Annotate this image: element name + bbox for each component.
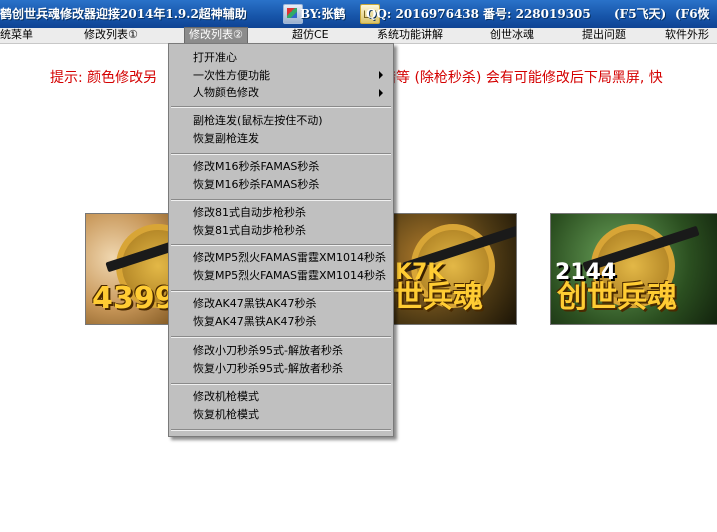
menu-modify-list-1[interactable]: 修改列表① bbox=[80, 28, 142, 43]
menu-item-character-color[interactable]: 人物颜色修改 bbox=[193, 84, 383, 101]
menu-separator bbox=[171, 429, 391, 431]
menu-item-open-crosshair[interactable]: 打开准心 bbox=[193, 49, 237, 66]
banner-2144-text: 创世兵魂 bbox=[557, 280, 677, 315]
menu-item-modify-mg-mode[interactable]: 修改机枪模式 bbox=[193, 388, 259, 405]
menu-separator bbox=[171, 106, 391, 108]
submenu-arrow-icon bbox=[379, 89, 383, 97]
menu-separator bbox=[171, 153, 391, 155]
f6-hint: (F6恢 bbox=[675, 7, 710, 21]
menu-separator bbox=[171, 199, 391, 201]
menu-separator bbox=[171, 383, 391, 385]
menu-bar: 统菜单 修改列表① 修改列表② 超仿CE 系统功能讲解 创世冰魂 提出问题 软件… bbox=[0, 27, 717, 44]
banner-k7k-text: 世兵魂 bbox=[393, 280, 483, 315]
menu-separator bbox=[171, 244, 391, 246]
menu-system[interactable]: 统菜单 bbox=[0, 28, 37, 43]
menu-modify-list-2[interactable]: 修改列表② bbox=[184, 27, 248, 44]
menu-item-restore-knife[interactable]: 恢复小刀秒杀95式-解放者秒杀 bbox=[193, 360, 343, 377]
banner-4399[interactable]: 4399 bbox=[85, 213, 177, 325]
menu-item-one-time-functions[interactable]: 一次性方便功能 bbox=[193, 67, 383, 84]
submenu-arrow-icon bbox=[379, 71, 383, 79]
menu-item-restore-secondary-autofire[interactable]: 恢复副枪连发 bbox=[193, 130, 259, 147]
menu-item-modify-knife[interactable]: 修改小刀秒杀95式-解放者秒杀 bbox=[193, 342, 343, 359]
qq-label: QQ: 2016976438 bbox=[366, 7, 480, 21]
menu-super-ce[interactable]: 超仿CE bbox=[288, 28, 333, 43]
menu-ask-question[interactable]: 提出问题 bbox=[578, 28, 630, 43]
menu-item-restore-81[interactable]: 恢复81式自动步枪秒杀 bbox=[193, 222, 306, 239]
menu-item-restore-m16[interactable]: 恢复M16秒杀FAMAS秒杀 bbox=[193, 176, 319, 193]
title-bar: 鹤创世兵魂修改器迎接2014年1.9.2超神辅助 BY:张鹤 QQ: 20169… bbox=[0, 0, 717, 28]
banner-k7k[interactable]: K7K 世兵魂 bbox=[390, 213, 517, 325]
banner-2144[interactable]: 2144 创世兵魂 bbox=[550, 213, 717, 325]
menu-item-modify-mp5[interactable]: 修改MP5烈火FAMAS雷霆XM1014秒杀 bbox=[193, 249, 386, 266]
menu-separator bbox=[171, 290, 391, 292]
modify-list-2-dropdown: 打开准心 一次性方便功能 人物颜色修改 副枪连发(鼠标左按住不动) 恢复副枪连发… bbox=[168, 43, 394, 437]
menu-item-modify-m16[interactable]: 修改M16秒杀FAMAS秒杀 bbox=[193, 158, 319, 175]
app-title: 鹤创世兵魂修改器迎接2014年1.9.2超神辅助 bbox=[0, 7, 247, 21]
menu-separator bbox=[171, 336, 391, 338]
menu-ice-soul[interactable]: 创世冰魂 bbox=[486, 28, 538, 43]
f5-hint: (F5飞天) bbox=[614, 7, 667, 21]
author-label: BY:张鹤 bbox=[300, 7, 346, 21]
menu-item-secondary-autofire[interactable]: 副枪连发(鼠标左按住不动) bbox=[193, 112, 323, 129]
menu-item-restore-mp5[interactable]: 恢复MP5烈火FAMAS雷霆XM1014秒杀 bbox=[193, 267, 386, 284]
menu-system-features[interactable]: 系统功能讲解 bbox=[373, 28, 447, 43]
menu-item-label: 人物颜色修改 bbox=[193, 86, 259, 99]
fanhao-label: 番号: 228019305 bbox=[483, 7, 591, 21]
menu-item-restore-ak47[interactable]: 恢复AK47黑铁AK47秒杀 bbox=[193, 313, 316, 330]
notice-text-right: 猎等 (除枪秒杀) 会有可能修改后下局黑屏, 快 bbox=[382, 70, 663, 86]
banner-4399-text: 4399 bbox=[92, 281, 176, 316]
notice-text-left: 提示: 颜色修改另 bbox=[50, 70, 158, 86]
menu-item-modify-ak47[interactable]: 修改AK47黑铁AK47秒杀 bbox=[193, 295, 316, 312]
menu-appearance[interactable]: 软件外形 bbox=[661, 28, 713, 43]
menu-item-label: 一次性方便功能 bbox=[193, 69, 270, 82]
menu-item-restore-mg-mode[interactable]: 恢复机枪模式 bbox=[193, 406, 259, 423]
menu-item-modify-81[interactable]: 修改81式自动步枪秒杀 bbox=[193, 204, 306, 221]
